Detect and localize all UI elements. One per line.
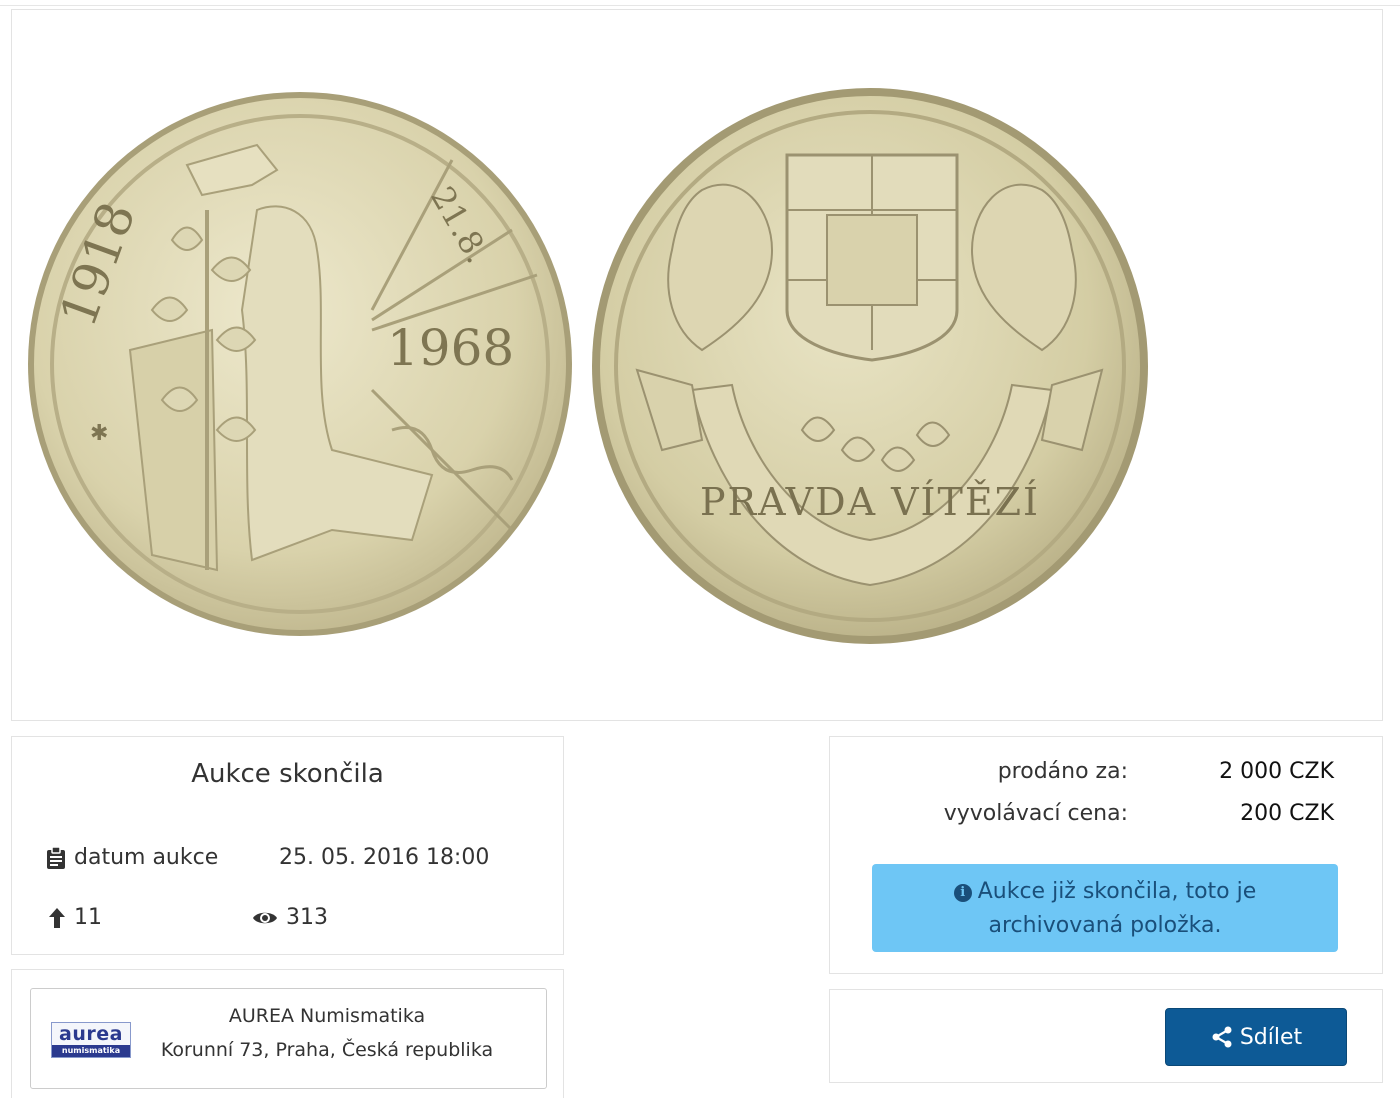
svg-text:✱: ✱ bbox=[90, 421, 108, 446]
share-panel: Sdílet bbox=[829, 989, 1383, 1083]
auction-status-title: Aukce skončila bbox=[191, 759, 384, 789]
starting-price-label: vyvolávací cena: bbox=[943, 801, 1128, 826]
sold-price-value: 2 000 CZK bbox=[1219, 759, 1334, 784]
seller-card[interactable]: aurea numismatika AUREA Numismatika Koru… bbox=[30, 988, 547, 1089]
share-button[interactable]: Sdílet bbox=[1165, 1008, 1347, 1066]
clipboard-icon bbox=[47, 846, 65, 869]
info-icon: i bbox=[953, 884, 972, 902]
bids-count: 11 bbox=[48, 905, 102, 930]
item-image-panel[interactable]: 1918 21.8. 1968 ✱ PRAVDA VÍTĚZÍ bbox=[11, 9, 1383, 721]
auction-date-label: datum aukce bbox=[74, 845, 219, 870]
archive-alert: i Aukce již skončila, toto je archivovaná… bbox=[872, 864, 1338, 952]
starting-price-value: 200 CZK bbox=[1240, 801, 1334, 826]
auction-date-row: datum aukce bbox=[46, 845, 218, 870]
seller-logo[interactable]: aurea numismatika bbox=[51, 1022, 131, 1058]
seller-panel: aurea numismatika AUREA Numismatika Koru… bbox=[11, 969, 564, 1098]
seller-logo-subtext: numismatika bbox=[52, 1045, 130, 1057]
pricing-panel: prodáno za: 2 000 CZK vyvolávací cena: 2… bbox=[829, 736, 1383, 974]
eye-icon bbox=[253, 912, 277, 923]
share-icon bbox=[1212, 1026, 1232, 1048]
views-count-value: 313 bbox=[286, 905, 328, 930]
coin-obverse: 1918 21.8. 1968 ✱ bbox=[28, 92, 572, 636]
sold-price-label: prodáno za: bbox=[997, 759, 1128, 784]
top-border bbox=[0, 0, 1400, 6]
arrow-up-icon bbox=[49, 907, 65, 928]
coin-year-center: 1968 bbox=[387, 319, 514, 377]
share-button-label: Sdílet bbox=[1239, 1024, 1303, 1050]
seller-address: Korunní 73, Praha, Česká republika bbox=[160, 1039, 494, 1061]
archive-alert-text: Aukce již skončila, toto je archivovaná … bbox=[977, 879, 1257, 938]
coin-reverse: PRAVDA VÍTĚZÍ bbox=[592, 88, 1148, 644]
views-count: 313 bbox=[252, 905, 328, 930]
seller-logo-text: aurea bbox=[59, 1023, 123, 1045]
seller-name[interactable]: AUREA Numismatika bbox=[141, 1005, 513, 1027]
coin-motto: PRAVDA VÍTĚZÍ bbox=[700, 480, 1040, 524]
auction-date-value: 25. 05. 2016 18:00 bbox=[279, 845, 490, 870]
coin-photo[interactable]: 1918 21.8. 1968 ✱ PRAVDA VÍTĚZÍ bbox=[12, 10, 1383, 721]
bids-count-value: 11 bbox=[74, 905, 102, 930]
auction-status-panel: Aukce skončila datum aukce 25. 05. 2016 … bbox=[11, 736, 564, 955]
